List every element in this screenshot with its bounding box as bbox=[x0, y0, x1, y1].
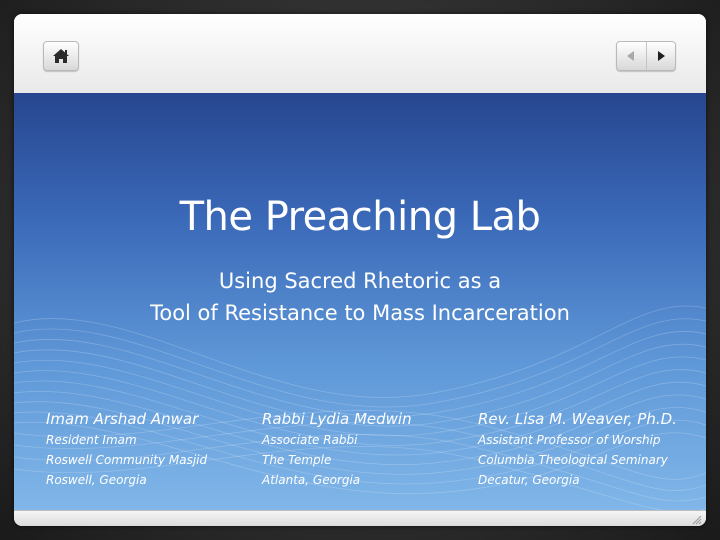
presenter-2: Rabbi Lydia Medwin Associate Rabbi The T… bbox=[262, 409, 412, 490]
presenter-organization: The Temple bbox=[262, 453, 332, 467]
triangle-left-icon bbox=[627, 51, 635, 61]
presenter-1: Imam Arshad Anwar Resident Imam Roswell … bbox=[46, 409, 207, 490]
slide-subtitle: Using Sacred Rhetoric as a Tool of Resis… bbox=[14, 265, 706, 329]
slide-navigation bbox=[616, 41, 676, 71]
presenter-organization: Roswell Community Masjid bbox=[46, 453, 208, 467]
top-toolbar bbox=[14, 14, 706, 94]
presenter-location: Roswell, Georgia bbox=[46, 473, 147, 487]
presenter-name: Rev. Lisa M. Weaver, Ph.D. bbox=[478, 410, 677, 428]
presenter-3: Rev. Lisa M. Weaver, Ph.D. Assistant Pro… bbox=[478, 409, 677, 490]
presentation-window: The Preaching Lab Using Sacred Rhetoric … bbox=[14, 14, 706, 526]
presenter-location: Atlanta, Georgia bbox=[262, 473, 361, 487]
home-icon bbox=[53, 49, 69, 63]
presenter-name: Rabbi Lydia Medwin bbox=[262, 410, 412, 428]
slide-title: The Preaching Lab bbox=[179, 194, 541, 240]
slide-canvas: The Preaching Lab Using Sacred Rhetoric … bbox=[14, 93, 706, 510]
presenter-role: Resident Imam bbox=[46, 433, 137, 447]
subtitle-line-2: Tool of Resistance to Mass Incarceration bbox=[150, 301, 570, 325]
resize-grip-icon[interactable] bbox=[692, 515, 702, 525]
subtitle-line-1: Using Sacred Rhetoric as a bbox=[218, 269, 502, 293]
previous-slide-button[interactable] bbox=[617, 42, 646, 70]
presenter-organization: Columbia Theological Seminary bbox=[478, 453, 668, 467]
next-slide-button[interactable] bbox=[645, 42, 676, 70]
presenter-role: Assistant Professor of Worship bbox=[478, 433, 661, 447]
presenter-role: Associate Rabbi bbox=[262, 433, 358, 447]
presenter-name: Imam Arshad Anwar bbox=[46, 410, 199, 428]
home-button[interactable] bbox=[43, 41, 79, 71]
bottom-status-bar bbox=[14, 510, 706, 526]
presenter-location: Decatur, Georgia bbox=[478, 473, 580, 487]
triangle-right-icon bbox=[657, 51, 665, 61]
